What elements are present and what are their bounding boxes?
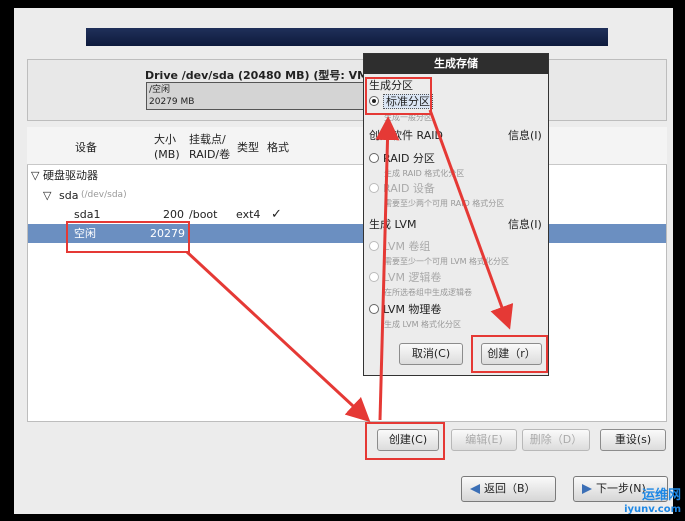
- arrow-standard-to-dialog-create: [428, 109, 514, 330]
- watermark-line1: 运维网: [641, 488, 681, 503]
- watermark-line2: iyunv.com: [624, 504, 681, 515]
- arrow-free-to-create: [185, 250, 371, 423]
- arrow-create-to-standard: [375, 116, 400, 421]
- site-watermark: 运维网 iyunv.com: [624, 489, 681, 517]
- annotation-arrows: [185, 109, 514, 423]
